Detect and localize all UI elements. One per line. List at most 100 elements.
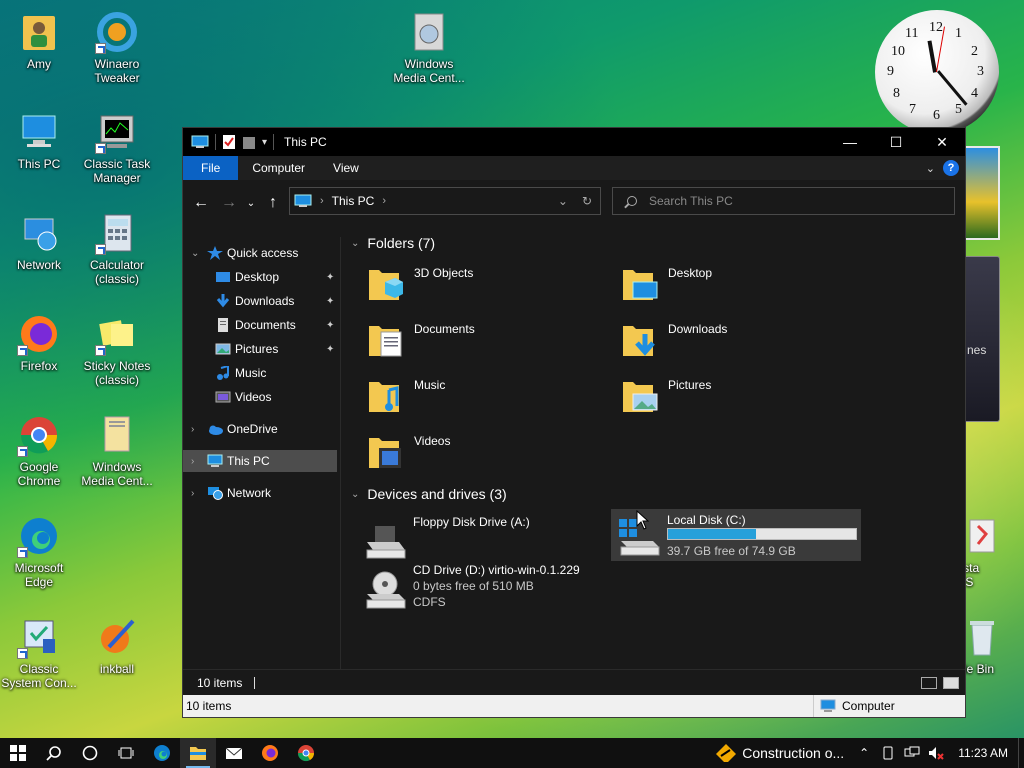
- folder-music[interactable]: Music: [341, 371, 581, 421]
- desktop-icon-sticky-notes[interactable]: Sticky Notes (classic): [78, 312, 156, 387]
- desktop-icon-classic-task-manager[interactable]: Classic Task Manager: [78, 110, 156, 185]
- breadcrumb-this-pc[interactable]: This PC: [332, 194, 375, 208]
- tab-file[interactable]: File: [183, 156, 239, 180]
- folders-group-header[interactable]: ⌄ Folders (7): [351, 235, 445, 251]
- music-note-icon: [217, 366, 229, 380]
- expand-ribbon-icon[interactable]: ⌄: [926, 162, 935, 175]
- desktop-folder-icon: [623, 270, 658, 300]
- refresh-icon[interactable]: ↻: [582, 194, 592, 208]
- folder-downloads[interactable]: Downloads: [595, 315, 835, 365]
- address-bar[interactable]: › This PC › ⌄ ↻: [289, 187, 601, 215]
- item-count: 10 items: [197, 675, 243, 690]
- network-icon: [17, 211, 61, 255]
- search-input[interactable]: Search This PC: [612, 187, 955, 215]
- minimize-button[interactable]: —: [827, 128, 873, 156]
- expand-chevron-icon[interactable]: ›: [191, 424, 194, 435]
- breadcrumb-chevron-icon[interactable]: ›: [320, 195, 324, 207]
- nav-onedrive[interactable]: › OneDrive: [183, 418, 337, 440]
- drive-cd-d[interactable]: CD Drive (D:) virtio-win-0.1.229 0 bytes…: [341, 562, 601, 622]
- window-controls: — ☐ ✕: [827, 128, 965, 156]
- device-icon[interactable]: [876, 746, 900, 760]
- show-desktop-button[interactable]: [1018, 738, 1024, 768]
- taskbar-file-explorer[interactable]: [180, 738, 216, 768]
- volume-muted-icon[interactable]: [924, 746, 948, 760]
- cortana-button[interactable]: [72, 738, 108, 768]
- collapse-chevron-icon[interactable]: ⌄: [191, 248, 199, 259]
- nav-item-videos[interactable]: Videos: [183, 386, 337, 408]
- search-button[interactable]: [36, 738, 72, 768]
- nav-item-pictures[interactable]: Pictures ✦: [183, 338, 337, 360]
- taskbar-mail[interactable]: [216, 738, 252, 768]
- pin-icon: ✦: [326, 271, 335, 283]
- nav-item-desktop[interactable]: Desktop ✦: [183, 266, 337, 288]
- taskbar-edge[interactable]: [144, 738, 180, 768]
- up-button[interactable]: ↑: [259, 189, 287, 217]
- desktop-icon-inkball[interactable]: inkball: [78, 615, 156, 676]
- this-pc-icon: [294, 194, 312, 207]
- document-icon: [218, 318, 228, 332]
- folder-documents[interactable]: Documents: [341, 315, 581, 365]
- notification-construction[interactable]: Construction o...: [708, 744, 852, 762]
- address-history-icon[interactable]: ⌄: [558, 194, 568, 208]
- disk-usage-bar: [667, 528, 857, 540]
- drive-floppy-a[interactable]: Floppy Disk Drive (A:): [341, 514, 581, 566]
- maximize-button[interactable]: ☐: [873, 128, 919, 156]
- details-view-icon[interactable]: [921, 676, 937, 689]
- shortcut-arrow-icon: [17, 345, 28, 356]
- close-button[interactable]: ✕: [919, 128, 965, 156]
- folder-videos[interactable]: Videos: [341, 427, 581, 477]
- help-button[interactable]: ?: [943, 160, 959, 176]
- new-folder-icon[interactable]: [242, 134, 256, 150]
- expand-chevron-icon[interactable]: ›: [191, 488, 194, 499]
- recent-locations-button[interactable]: ⌄: [243, 189, 259, 217]
- desktop-icon-calculator[interactable]: Calculator (classic): [78, 211, 156, 286]
- tab-view[interactable]: View: [319, 156, 373, 180]
- recycle-bin-icon: [960, 615, 1004, 659]
- nav-quick-access[interactable]: ⌄ Quick access: [183, 242, 337, 264]
- desktop-icon-google-chrome[interactable]: Google Chrome: [0, 413, 78, 488]
- folder-3d-objects[interactable]: 3D Objects: [341, 259, 581, 309]
- breadcrumb-chevron-icon[interactable]: ›: [382, 195, 386, 207]
- shortcut-arrow-icon: [95, 43, 106, 54]
- nav-this-pc[interactable]: › This PC: [183, 450, 337, 472]
- taskbar-firefox[interactable]: [252, 738, 288, 768]
- task-view-button[interactable]: [108, 738, 144, 768]
- nav-network[interactable]: › Network: [183, 482, 337, 504]
- forward-button[interactable]: →: [215, 189, 243, 217]
- desktop-icon-classic-system-control[interactable]: Classic System Con...: [0, 615, 78, 690]
- desktop-icon-this-pc[interactable]: This PC: [0, 110, 78, 171]
- toolbar-separator: [215, 134, 216, 150]
- expand-chevron-icon[interactable]: ›: [191, 456, 194, 467]
- start-button[interactable]: [0, 738, 36, 768]
- file-explorer-window[interactable]: ▾ This PC — ☐ ✕ File Computer View ⌄ ? ←…: [182, 127, 966, 718]
- clock-gadget[interactable]: 12 1 2 3 4 5 6 7 8 9 10 11: [875, 10, 999, 134]
- nav-item-documents[interactable]: Documents ✦: [183, 314, 337, 336]
- taskbar-clock[interactable]: 11:23 AM: [948, 746, 1018, 760]
- show-hidden-icons-icon[interactable]: ⌃: [852, 746, 876, 760]
- network-tray-icon[interactable]: [900, 746, 924, 760]
- desktop-icon-winaero-tweaker[interactable]: Winaero Tweaker: [78, 10, 156, 85]
- view-switcher: [921, 676, 965, 689]
- collapse-chevron-icon[interactable]: ⌄: [351, 238, 359, 249]
- taskbar-chrome[interactable]: [288, 738, 324, 768]
- desktop-icon-windows-media-center-top[interactable]: Windows Media Cent...: [390, 10, 468, 85]
- tab-computer[interactable]: Computer: [238, 156, 319, 180]
- drives-group-header[interactable]: ⌄ Devices and drives (3): [351, 486, 507, 502]
- disk-usage-fill: [668, 529, 757, 539]
- back-button[interactable]: ←: [187, 189, 215, 217]
- desktop-icon-amy[interactable]: Amy: [0, 10, 78, 71]
- folder-desktop[interactable]: Desktop: [595, 259, 835, 309]
- desktop-icon-microsoft-edge[interactable]: Microsoft Edge: [0, 514, 78, 589]
- large-icons-view-icon[interactable]: [943, 676, 959, 689]
- inkball-icon: [95, 615, 139, 659]
- customize-qat-icon[interactable]: ▾: [262, 137, 267, 148]
- properties-icon[interactable]: [222, 134, 236, 150]
- folder-pictures[interactable]: Pictures: [595, 371, 835, 421]
- desktop-icon-windows-media-center-left[interactable]: Windows Media Cent...: [78, 413, 156, 488]
- nav-item-music[interactable]: Music: [183, 362, 337, 384]
- desktop-icon-network[interactable]: Network: [0, 211, 78, 272]
- desktop-icon-firefox[interactable]: Firefox: [0, 312, 78, 373]
- collapse-chevron-icon[interactable]: ⌄: [351, 489, 359, 500]
- title-bar[interactable]: ▾ This PC — ☐ ✕: [183, 128, 965, 156]
- nav-item-downloads[interactable]: Downloads ✦: [183, 290, 337, 312]
